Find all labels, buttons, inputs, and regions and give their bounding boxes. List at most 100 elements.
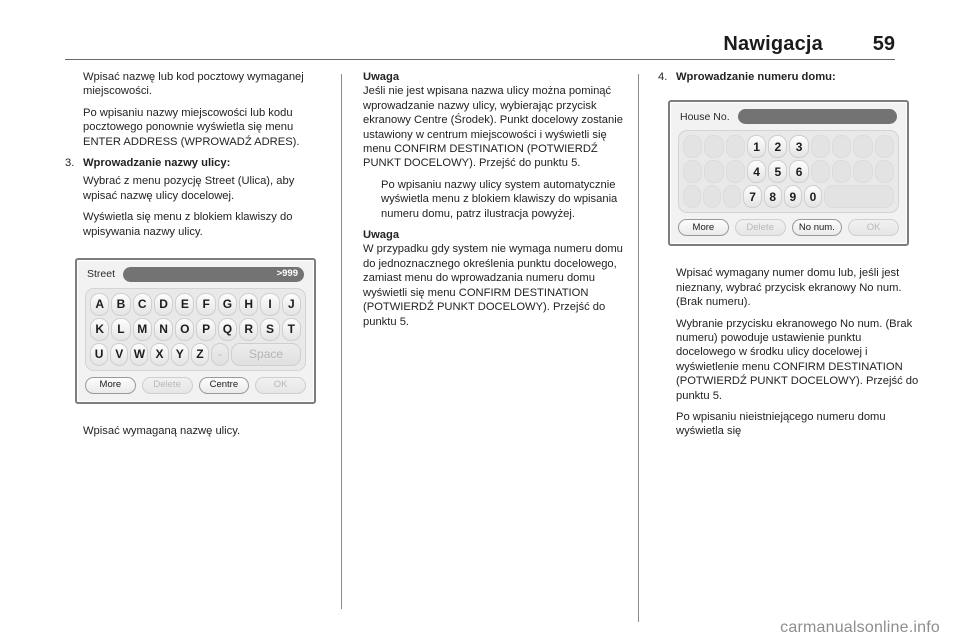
key-blank-2f	[853, 160, 873, 184]
header-divider-rule	[65, 59, 895, 60]
key-o[interactable]: O	[175, 318, 195, 342]
street-key-row-3: U V W X Y Z - Space	[90, 343, 301, 367]
ok-button[interactable]: OK	[848, 219, 899, 237]
c2-note-2-heading: Uwaga	[363, 229, 400, 242]
c2-paragraph-1: Po wpisaniu nazwy ulicy system automatyc…	[381, 178, 618, 220]
site-watermark: carmanualsonline.info	[780, 619, 940, 636]
key-blank-1g	[874, 135, 894, 159]
key-blank-wide	[824, 185, 894, 209]
key-b[interactable]: B	[111, 293, 131, 317]
c3-paragraph-3: Po wpisaniu nieistniejącego numeru domu …	[676, 411, 886, 438]
street-input-field[interactable]: >999	[123, 267, 304, 283]
house-key-row-3: 7 8 9 0	[683, 185, 894, 209]
ok-button[interactable]: OK	[255, 377, 306, 395]
key-n[interactable]: N	[153, 318, 174, 342]
key-x[interactable]: X	[150, 343, 169, 367]
street-screen-buttons: More Delete Centre OK	[85, 377, 306, 395]
key-l[interactable]: L	[111, 318, 131, 342]
no-num-button[interactable]: No num.	[791, 219, 843, 237]
key-blank-2g	[874, 160, 894, 184]
house-number-figure: House No. 1 2 3 4 5 6 7 8 9 0 More Delet…	[658, 88, 919, 259]
key-blank-3b	[703, 185, 722, 209]
key-p[interactable]: P	[196, 318, 216, 342]
key-5[interactable]: 5	[768, 160, 788, 184]
key-w[interactable]: W	[130, 343, 149, 367]
key-9[interactable]: 9	[783, 185, 802, 209]
key-blank-3c	[723, 185, 742, 209]
c1-paragraph-4: Wyświetla się menu z blokiem klawiszy do…	[83, 211, 293, 238]
key-i[interactable]: I	[260, 293, 280, 317]
house-entry-line: House No.	[678, 109, 899, 125]
delete-button[interactable]: Delete	[141, 377, 193, 395]
house-key-row-1: 1 2 3	[683, 135, 894, 159]
c1-step-3-label: Wprowadzanie nazwy ulicy:	[83, 157, 231, 170]
key-1[interactable]: 1	[746, 135, 767, 159]
c2-note-1-heading: Uwaga	[363, 71, 400, 83]
key-g[interactable]: G	[217, 293, 238, 317]
key-e[interactable]: E	[175, 293, 195, 317]
key-s[interactable]: S	[260, 318, 280, 342]
delete-button[interactable]: Delete	[734, 219, 786, 237]
column-divider-1	[341, 74, 342, 609]
key-0[interactable]: 0	[803, 185, 823, 209]
key-u[interactable]: U	[90, 343, 109, 367]
key-y[interactable]: Y	[170, 343, 189, 367]
key-blank-2e	[832, 160, 852, 184]
key-m[interactable]: M	[132, 318, 152, 342]
key-hyphen[interactable]: -	[210, 343, 230, 367]
key-j[interactable]: J	[281, 293, 301, 317]
c3-step-4: 4. Wprowadzanie numeru domu:	[658, 70, 923, 84]
key-blank-1a	[683, 135, 703, 159]
key-d[interactable]: D	[153, 293, 174, 317]
house-input-field[interactable]	[737, 109, 897, 125]
column-divider-2	[638, 74, 639, 609]
key-z[interactable]: Z	[190, 343, 209, 367]
c1-paragraph-2: Po wpisaniu nazwy miejscowości lub kodu …	[83, 106, 300, 148]
key-t[interactable]: T	[281, 318, 301, 342]
manual-page: Nawigacja 59 Wpisać nazwę lub kod poczto…	[0, 0, 960, 642]
key-q[interactable]: Q	[217, 318, 238, 342]
key-c[interactable]: C	[132, 293, 152, 317]
more-button[interactable]: More	[678, 219, 729, 237]
key-blank-1d	[810, 135, 831, 159]
page-title: Nawigacja	[723, 33, 823, 55]
house-number-screen: House No. 1 2 3 4 5 6 7 8 9 0 More Delet…	[668, 100, 909, 247]
key-2[interactable]: 2	[768, 135, 788, 159]
key-blank-2b	[704, 160, 724, 184]
key-r[interactable]: R	[239, 318, 259, 342]
house-screen-buttons: More Delete No num. OK	[678, 219, 899, 237]
c3-step-4-number: 4.	[658, 71, 668, 83]
key-6[interactable]: 6	[789, 160, 809, 184]
c3-step-4-label: Wprowadzanie numeru domu:	[676, 71, 836, 83]
key-space[interactable]: Space	[231, 343, 301, 367]
house-key-panel: 1 2 3 4 5 6 7 8 9 0	[678, 130, 899, 214]
c3-paragraph-2: Wybranie przycisku ekranowego No num. (B…	[676, 317, 919, 402]
column-3: 4. Wprowadzanie numeru domu: House No. 1…	[658, 70, 923, 446]
key-7[interactable]: 7	[743, 185, 762, 209]
page-number: 59	[872, 33, 895, 55]
key-v[interactable]: V	[110, 343, 129, 367]
key-k[interactable]: K	[90, 318, 110, 342]
key-blank-1e	[832, 135, 852, 159]
column-1: Wpisać nazwę lub kod pocztowy wymaganej …	[65, 70, 330, 445]
footer-divider-rule	[638, 608, 639, 622]
street-entry-line: Street >999	[85, 267, 306, 283]
key-blank-1c	[725, 135, 745, 159]
key-a[interactable]: A	[90, 293, 110, 317]
more-button[interactable]: More	[85, 377, 136, 395]
house-field-label: House No.	[680, 110, 730, 123]
c1-paragraph-1: Wpisać nazwę lub kod pocztowy wymaganej …	[83, 71, 304, 98]
key-4[interactable]: 4	[746, 160, 767, 184]
street-key-panel: A B C D E F G H I J K L M N O P Q R S T …	[85, 288, 306, 372]
street-keyboard-figure: Street >999 A B C D E F G H I J K L M N …	[65, 246, 326, 417]
key-blank-1f	[853, 135, 873, 159]
centre-button[interactable]: Centre	[198, 377, 250, 395]
column-2: Uwaga Jeśli nie jest wpisana nazwa ulicy…	[363, 70, 628, 336]
c3-paragraph-1: Wpisać wymagany numer domu lub, jeśli je…	[676, 267, 902, 309]
key-3[interactable]: 3	[789, 135, 809, 159]
key-h[interactable]: H	[239, 293, 259, 317]
c1-paragraph-3: Wybrać z menu pozycję Street (Ulica), ab…	[83, 175, 295, 202]
c2-note-1-body: Jeśli nie jest wpisana nazwa ulicy można…	[363, 85, 623, 170]
key-f[interactable]: F	[196, 293, 216, 317]
key-8[interactable]: 8	[763, 185, 782, 209]
